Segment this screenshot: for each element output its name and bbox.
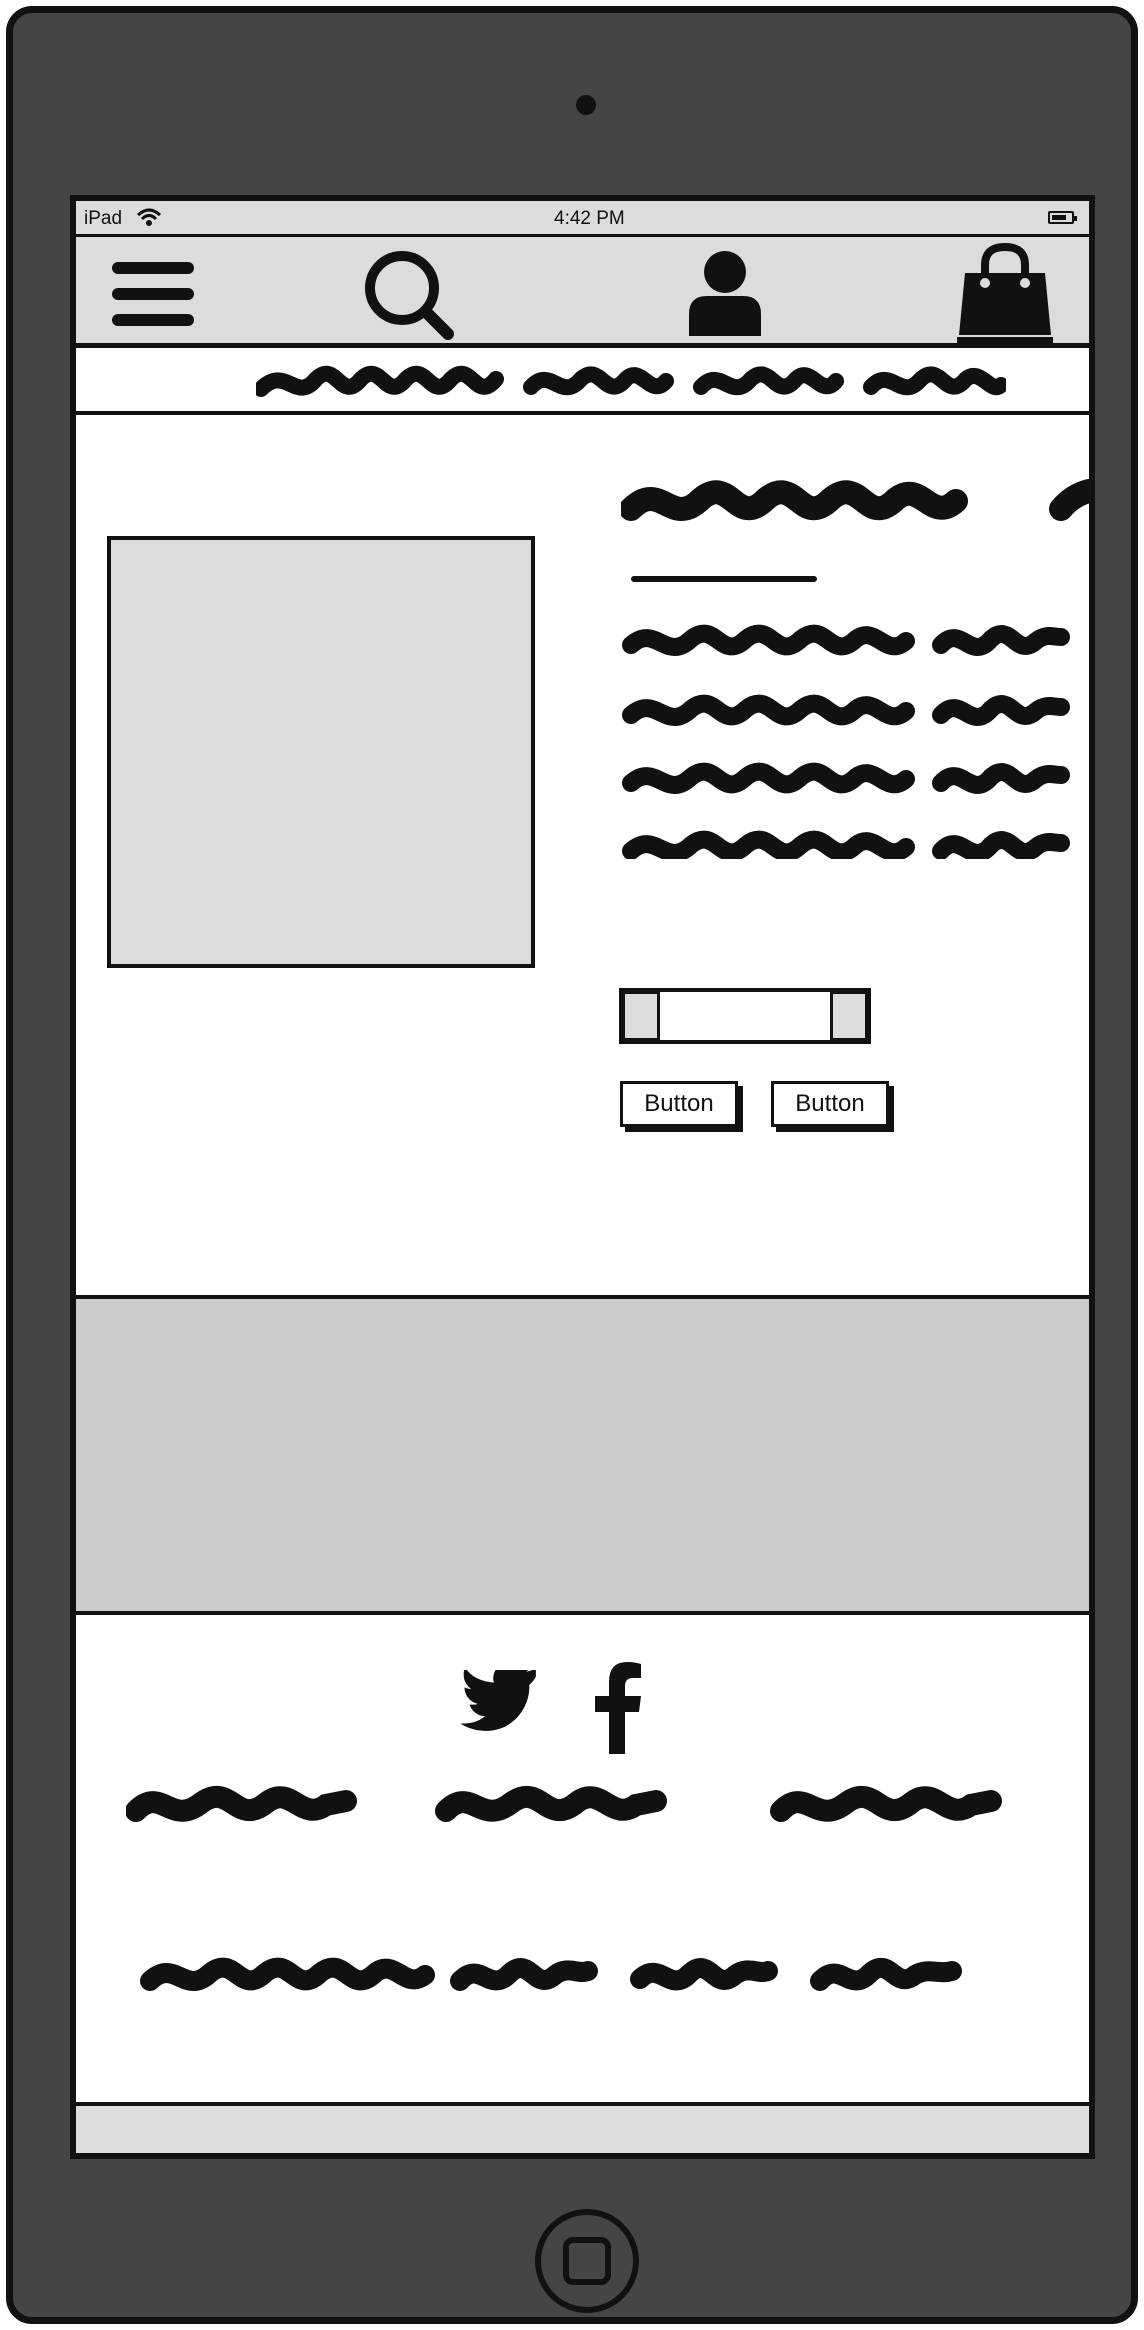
- screen: iPad 4:42 PM Button Button: [70, 195, 1095, 2159]
- search-icon[interactable]: [362, 248, 458, 344]
- product-description-scribble: [622, 624, 1070, 859]
- wifi-icon: [136, 208, 162, 226]
- twitter-icon[interactable]: [457, 1670, 543, 1742]
- home-button-square: [563, 2237, 611, 2285]
- quantity-stepper[interactable]: [619, 988, 871, 1044]
- copyright-scribble: [140, 1957, 962, 1991]
- shopping-bag-icon[interactable]: [955, 243, 1055, 347]
- status-bar: iPad 4:42 PM: [76, 201, 1089, 237]
- promo-text-scribble: [256, 365, 1006, 397]
- device-label: iPad: [84, 208, 123, 229]
- ipad-frame: iPad 4:42 PM Button Button: [6, 6, 1138, 2324]
- stepper-decrement[interactable]: [622, 991, 660, 1041]
- footer-bar: [76, 2102, 1089, 2153]
- price-underline: [631, 576, 817, 582]
- battery-icon: [1048, 211, 1077, 224]
- status-time: 4:42 PM: [554, 208, 625, 229]
- action-button-2[interactable]: Button: [771, 1081, 889, 1127]
- product-image-placeholder: [107, 536, 535, 968]
- stepper-increment[interactable]: [830, 991, 868, 1041]
- nav-bar: [76, 237, 1089, 348]
- gray-banner: [76, 1295, 1089, 1615]
- action-button-1[interactable]: Button: [620, 1081, 738, 1127]
- user-icon[interactable]: [687, 248, 763, 338]
- promo-banner: [76, 351, 1089, 415]
- footer-links-scribble: [126, 1786, 1002, 1822]
- facebook-icon[interactable]: [589, 1662, 647, 1754]
- menu-icon[interactable]: [110, 258, 196, 332]
- product-title-scribble: [621, 479, 1089, 521]
- camera: [576, 95, 596, 115]
- home-button[interactable]: [535, 2209, 639, 2313]
